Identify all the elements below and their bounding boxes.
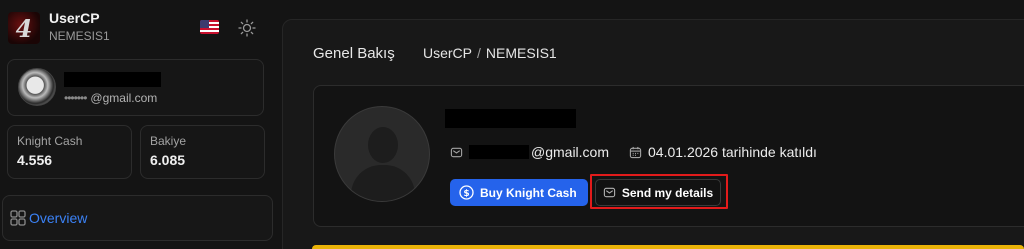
stat-knight-cash: Knight Cash 4.556 [7, 125, 132, 179]
us-flag-icon[interactable] [200, 20, 219, 34]
buy-button-label: Buy Knight Cash [480, 185, 577, 200]
main-panel: Genel Bakış UserCP / NEMESIS1 @gmail.com [282, 19, 1024, 249]
breadcrumb: UserCP / NEMESIS1 [423, 45, 557, 61]
stat-bakiye: Bakiye 6.085 [140, 125, 265, 179]
avatar [18, 68, 56, 106]
stat-label: Bakiye [150, 134, 187, 148]
email-domain: @gmail.com [90, 91, 158, 105]
buy-knight-cash-button[interactable]: $ Buy Knight Cash [450, 179, 588, 206]
user-email: ••••••• @gmail.com [64, 91, 157, 105]
sidebar-item-overview[interactable]: Overview [2, 195, 273, 241]
calendar-icon [629, 146, 642, 158]
warning-banner-edge [312, 245, 1024, 249]
joined-date: 04.01.2026 tarihinde katıldı [648, 144, 817, 160]
stat-label: Knight Cash [17, 134, 83, 148]
sun-icon[interactable] [238, 19, 256, 37]
stat-value: 6.085 [150, 152, 186, 168]
sidebar-item-label: Overview [29, 210, 88, 226]
brand: 4 UserCP NEMESIS1 [8, 10, 110, 44]
breadcrumb-separator: / [477, 45, 481, 61]
brand-title: UserCP [49, 10, 100, 26]
page-title: Genel Bakış [313, 45, 395, 62]
dollar-icon: $ [459, 185, 474, 200]
svg-text:$: $ [463, 189, 469, 199]
redacted-username [64, 72, 161, 87]
send-button-label: Send my details [621, 185, 714, 200]
grid-icon [10, 210, 26, 226]
profile-email-domain: @gmail.com [531, 144, 610, 160]
redacted-display-name [445, 109, 576, 128]
redacted-email-local [469, 145, 529, 159]
brand-subtitle: NEMESIS1 [49, 29, 110, 43]
breadcrumb-current: NEMESIS1 [485, 45, 557, 61]
site-logo: 4 [8, 12, 40, 44]
mail-icon [450, 147, 463, 157]
profile-info-row: @gmail.com 04.01.2026 tarihinde katıldı [450, 144, 817, 160]
stat-value: 4.556 [17, 152, 53, 168]
profile-card: @gmail.com 04.01.2026 tarihinde katıldı … [313, 85, 1024, 227]
send-my-details-button[interactable]: Send my details [595, 179, 721, 206]
user-card: ••••••• @gmail.com [7, 59, 264, 116]
email-mask: ••••••• [64, 91, 87, 105]
sidebar: 4 UserCP NEMESIS1 ••••••• @gmail.com Knig… [0, 0, 282, 249]
profile-avatar [334, 106, 430, 202]
breadcrumb-root[interactable]: UserCP [423, 45, 472, 61]
mail-icon [603, 187, 615, 198]
